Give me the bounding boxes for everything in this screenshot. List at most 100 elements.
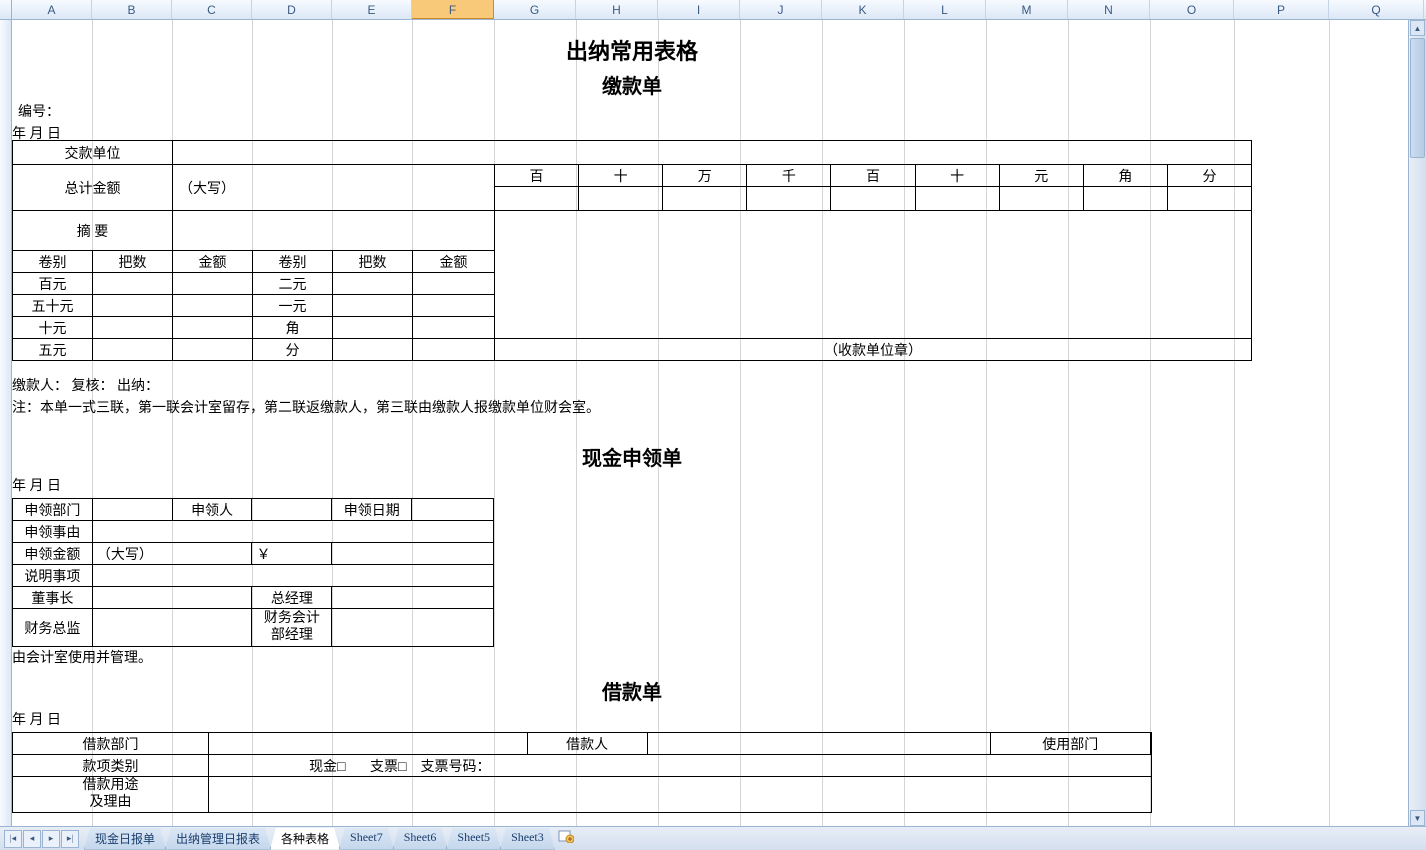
col-B[interactable]: B <box>92 0 172 19</box>
tab-nav-last[interactable]: ▸| <box>61 830 79 848</box>
f1-amt-4[interactable] <box>831 187 915 211</box>
f2-amount: 申领金额 <box>13 543 93 565</box>
column-header-row: A B C D E F G H I J K L M N O P Q <box>0 0 1426 20</box>
tab-1[interactable]: 出纳管理日报表 <box>165 828 271 850</box>
f2-reason: 申领事由 <box>13 521 93 543</box>
form2-date-line: 年 月 日 <box>12 480 61 494</box>
col-P[interactable]: P <box>1234 0 1329 19</box>
f3-cash[interactable]: 现金□ <box>309 760 345 775</box>
sheet-tabs: 现金日报单 出纳管理日报表 各种表格 Sheet7 Sheet6 Sheet5 … <box>84 828 576 850</box>
scroll-up-button[interactable]: ▲ <box>1410 20 1425 36</box>
tab-6[interactable]: Sheet3 <box>500 828 555 850</box>
f3-person: 借款人 <box>527 733 647 755</box>
f1-digit-8: 分 <box>1167 165 1251 187</box>
f2-fm: 财务会计部经理 <box>252 609 332 647</box>
f1-payer-unit-value[interactable] <box>173 141 1252 165</box>
f3-kind: 款项类别 <box>13 755 209 777</box>
col-K[interactable]: K <box>822 0 904 19</box>
f1-digit-6: 元 <box>999 165 1083 187</box>
new-sheet-button[interactable] <box>556 828 576 844</box>
tab-4[interactable]: Sheet6 <box>393 828 448 850</box>
f1-dl2: 十元 <box>13 317 93 339</box>
f1-amt-6[interactable] <box>999 187 1083 211</box>
col-G[interactable]: G <box>494 0 576 19</box>
f1-amt-1[interactable] <box>579 187 663 211</box>
f1-h5: 金额 <box>413 251 495 273</box>
f2-footer: 由会计室使用并管理。 <box>12 652 152 666</box>
form3-date-line: 年 月 日 <box>12 714 61 728</box>
form3-title: 借款单 <box>12 676 1252 705</box>
f3-check[interactable]: 支票□ <box>370 760 406 775</box>
form1-title: 缴款单 <box>12 70 1252 99</box>
f1-payer-unit-label: 交款单位 <box>13 141 173 165</box>
tab-nav-first[interactable]: |◂ <box>4 830 22 848</box>
f1-dr0: 二元 <box>253 273 333 295</box>
f1-abstract-value[interactable] <box>173 211 495 251</box>
f1-h4: 把数 <box>333 251 413 273</box>
col-A[interactable]: A <box>12 0 92 19</box>
col-F[interactable]: F <box>412 0 494 19</box>
col-D[interactable]: D <box>252 0 332 19</box>
f1-digit-2: 万 <box>663 165 747 187</box>
f1-digit-4: 百 <box>831 165 915 187</box>
f3-usedept: 使用部门 <box>990 733 1150 755</box>
col-H[interactable]: H <box>576 0 658 19</box>
f1-amt-0[interactable] <box>495 187 579 211</box>
f1-amt-8[interactable] <box>1167 187 1251 211</box>
tab-2[interactable]: 各种表格 <box>270 828 340 850</box>
tab-3[interactable]: Sheet7 <box>339 828 394 850</box>
f1-h2: 金额 <box>173 251 253 273</box>
col-C[interactable]: C <box>172 0 252 19</box>
f3-dept: 借款部门 <box>13 733 209 755</box>
f1-dr1: 一元 <box>253 295 333 317</box>
f1-daxie: （大写） <box>173 165 495 211</box>
main-title: 出纳常用表格 <box>12 34 1252 66</box>
sheet-tab-bar: |◂ ◂ ▸ ▸| 现金日报单 出纳管理日报表 各种表格 Sheet7 Shee… <box>0 826 1426 850</box>
row-header-gutter <box>0 20 12 826</box>
f3-kind-opts: 现金□ 支票□ 支票号码： <box>209 755 1152 777</box>
f1-note: 注：本单一式三联，第一联会计室留存，第二联返缴款人，第三联由缴款人报缴款单位财会… <box>12 402 600 416</box>
f1-amt-5[interactable] <box>915 187 999 211</box>
col-L[interactable]: L <box>904 0 986 19</box>
f1-digit-0: 百 <box>495 165 579 187</box>
f2-gm: 总经理 <box>252 587 332 609</box>
f1-dr3: 分 <box>253 339 333 361</box>
f1-total-label: 总计金额 <box>13 165 173 211</box>
form1-number-label: 编号： <box>18 106 60 120</box>
col-N[interactable]: N <box>1068 0 1150 19</box>
tab-nav-next[interactable]: ▸ <box>42 830 60 848</box>
col-M[interactable]: M <box>986 0 1068 19</box>
new-sheet-icon <box>558 829 574 843</box>
scroll-down-button[interactable]: ▼ <box>1410 810 1425 826</box>
col-Q[interactable]: Q <box>1329 0 1424 19</box>
col-O[interactable]: O <box>1150 0 1234 19</box>
f1-abstract-label: 摘 要 <box>13 211 173 251</box>
tab-nav-prev[interactable]: ◂ <box>23 830 41 848</box>
vertical-scrollbar[interactable]: ▲ ▼ <box>1408 20 1426 826</box>
f1-amt-3[interactable] <box>747 187 831 211</box>
f1-h1: 把数 <box>93 251 173 273</box>
f2-date: 申领日期 <box>332 499 412 521</box>
payment-slip-form: 交款单位 总计金额 （大写） 百 十 万 千 百 十 元 角 分 <box>12 140 1252 361</box>
worksheet-grid[interactable]: 出纳常用表格 缴款单 编号： 年 月 日 交款单位 总计金额 （大写） 百 十 … <box>12 20 1408 826</box>
f2-daxie: （大写） <box>92 543 252 565</box>
select-all-corner[interactable] <box>0 0 12 19</box>
form2-title: 现金申领单 <box>12 442 1252 471</box>
col-J[interactable]: J <box>740 0 822 19</box>
f1-stamp-text: （收款单位章） <box>495 339 1252 361</box>
f2-person: 申领人 <box>172 499 252 521</box>
tab-5[interactable]: Sheet5 <box>446 828 501 850</box>
f1-digit-1: 十 <box>579 165 663 187</box>
f3-checkno: 支票号码： <box>421 760 491 775</box>
f1-amt-7[interactable] <box>1083 187 1167 211</box>
f1-dr2: 角 <box>253 317 333 339</box>
scroll-thumb[interactable] <box>1410 38 1425 158</box>
f1-digit-3: 千 <box>747 165 831 187</box>
col-I[interactable]: I <box>658 0 740 19</box>
tab-0[interactable]: 现金日报单 <box>84 828 166 850</box>
f1-signers: 缴款人： 复核： 出纳： <box>12 380 159 394</box>
col-E[interactable]: E <box>332 0 412 19</box>
f1-h3: 卷别 <box>253 251 333 273</box>
loan-form: 借款部门 借款人 使用部门 款项类别 现金□ 支票□ 支票号码： <box>12 732 1152 813</box>
f1-amt-2[interactable] <box>663 187 747 211</box>
